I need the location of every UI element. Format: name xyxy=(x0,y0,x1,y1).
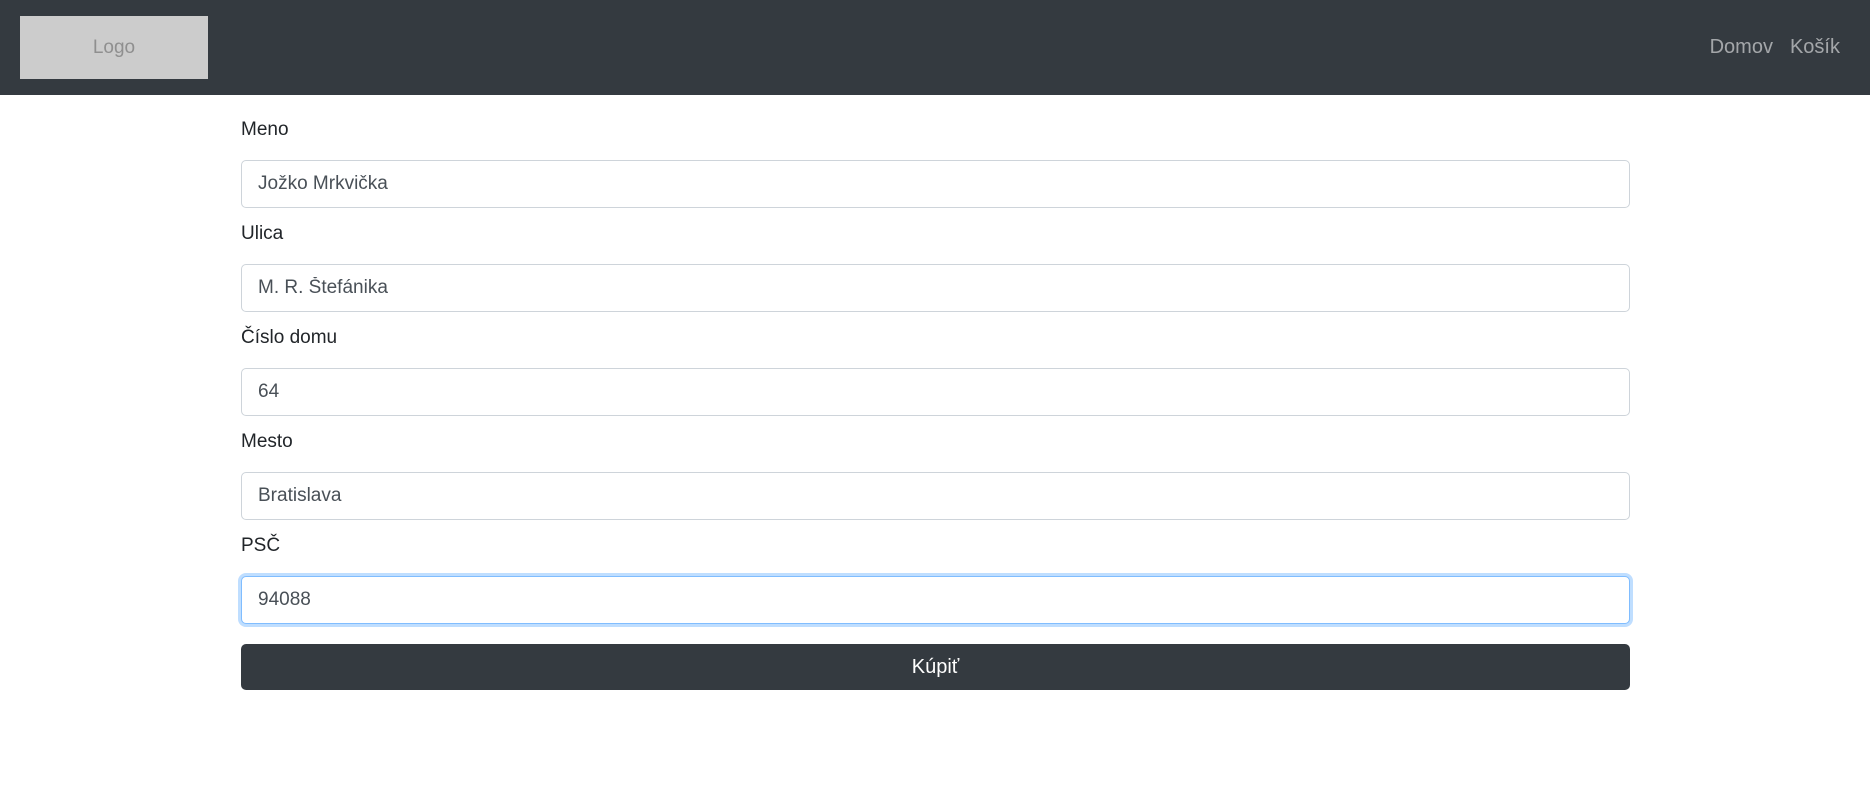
nav-link-cart[interactable]: Košík xyxy=(1790,36,1840,59)
logo[interactable]: Logo xyxy=(20,16,208,79)
name-input[interactable] xyxy=(241,160,1630,208)
field-name: Meno xyxy=(241,118,1630,208)
name-label: Meno xyxy=(241,119,289,140)
buy-button[interactable]: Kúpiť xyxy=(241,644,1630,690)
field-street: Ulica xyxy=(241,222,1630,312)
postal-code-input[interactable] xyxy=(241,576,1630,624)
field-house-number: Číslo domu xyxy=(241,326,1630,416)
postal-code-label: PSČ xyxy=(241,535,281,556)
checkout-form: Meno Ulica Číslo domu Mesto PSČ Kúpiť xyxy=(241,118,1630,690)
nav-link-home[interactable]: Domov xyxy=(1710,36,1773,59)
city-label: Mesto xyxy=(241,431,293,452)
nav-links: Domov Košík xyxy=(1693,0,1840,95)
field-city: Mesto xyxy=(241,430,1630,520)
city-input[interactable] xyxy=(241,472,1630,520)
house-number-label: Číslo domu xyxy=(241,327,338,348)
navbar: Logo Domov Košík xyxy=(0,0,1870,95)
street-input[interactable] xyxy=(241,264,1630,312)
street-label: Ulica xyxy=(241,223,284,244)
field-postal-code: PSČ xyxy=(241,534,1630,624)
house-number-input[interactable] xyxy=(241,368,1630,416)
